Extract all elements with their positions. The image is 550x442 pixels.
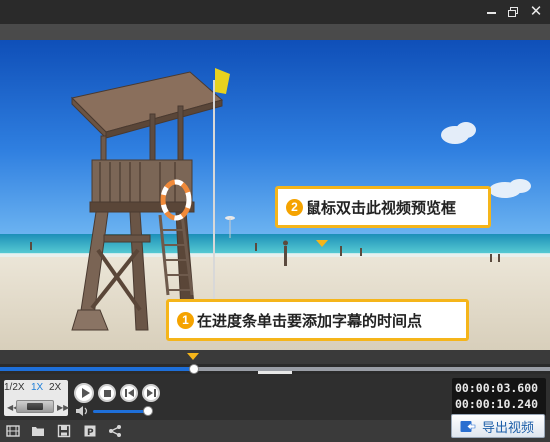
speed-half-button[interactable]: 1/2X	[4, 382, 25, 393]
progress-handle[interactable]	[188, 364, 199, 374]
step2-number-badge: 2	[286, 198, 303, 216]
share-icon[interactable]	[108, 424, 122, 438]
title-bar: ✕	[0, 0, 550, 24]
export-video-label: 导出视频	[482, 419, 535, 435]
step2-callout-pointer	[316, 240, 328, 247]
step2-callout-text: 鼠标双击此视频预览框	[306, 199, 457, 217]
volume-slider[interactable]	[93, 410, 149, 413]
export-video-button[interactable]: 导出视频	[451, 414, 545, 438]
speed-1x-button[interactable]: 1X	[31, 382, 43, 393]
previous-frame-button[interactable]	[120, 384, 138, 402]
minimize-button[interactable]	[483, 3, 501, 21]
speed-2x-button[interactable]: 2X	[49, 382, 61, 393]
video-preview[interactable]: 2 鼠标双击此视频预览框 1 在进度条单击要添加字幕的时间点	[0, 40, 550, 350]
preview-header-strip	[0, 24, 550, 40]
previous-frame-icon	[125, 389, 127, 397]
speed-slider[interactable]	[16, 400, 54, 413]
play-icon	[82, 388, 90, 398]
stop-icon	[103, 389, 111, 397]
volume-handle[interactable]	[143, 406, 153, 416]
step1-callout: 1 在进度条单击要添加字幕的时间点	[166, 299, 469, 341]
progress-fill	[0, 367, 194, 371]
minimize-icon	[487, 12, 496, 14]
step1-number-badge: 1	[177, 311, 194, 329]
speed-slider-thumb[interactable]	[27, 403, 43, 410]
export-icon	[460, 420, 476, 432]
step2-callout: 2 鼠标双击此视频预览框	[275, 186, 491, 228]
video-editor-window: ✕ 2 鼠标双击此视频预览框 1 在进度条单击要添加字幕的时间点 1/2X 1X…	[0, 0, 550, 442]
step1-callout-text: 在进度条单击要添加字幕的时间点	[197, 312, 423, 330]
play-button[interactable]	[74, 383, 94, 403]
timeline-area	[0, 350, 550, 364]
speed-control: 1/2X 1X 2X ◀◀ ▶▶	[4, 380, 69, 416]
previous-frame-arrow	[128, 389, 134, 397]
next-frame-icon	[147, 389, 153, 397]
save-icon[interactable]	[57, 424, 71, 438]
total-time: 00:00:10.240	[455, 397, 539, 411]
restore-icon-front	[508, 10, 516, 17]
save-as-icon[interactable]: P	[83, 424, 97, 438]
step1-callout-pointer	[187, 353, 199, 360]
next-frame-bar	[154, 389, 156, 397]
speed-increase-icon[interactable]: ▶▶	[57, 403, 69, 412]
volume-icon[interactable]	[76, 406, 90, 416]
time-display: 00:00:03.600 00:00:10.240	[452, 378, 546, 416]
close-button[interactable]: ✕	[527, 3, 545, 21]
open-folder-icon[interactable]	[31, 424, 45, 438]
svg-text:P: P	[87, 428, 94, 438]
current-time: 00:00:03.600	[455, 381, 539, 395]
stop-button[interactable]	[98, 384, 116, 402]
next-frame-button[interactable]	[142, 384, 160, 402]
video-settings-icon[interactable]	[6, 424, 20, 438]
restore-button[interactable]	[505, 3, 523, 21]
